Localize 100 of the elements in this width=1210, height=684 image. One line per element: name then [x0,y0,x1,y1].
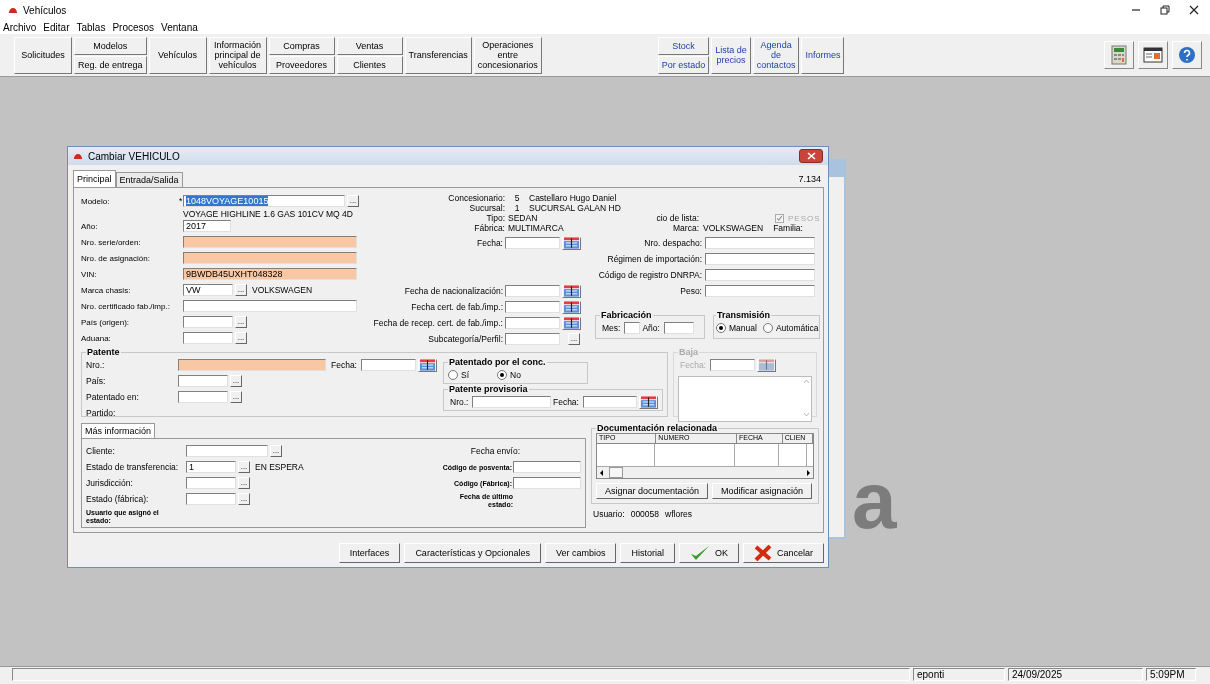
input-field[interactable] [705,285,815,297]
toolbar-button[interactable]: Lista de precios [711,36,751,74]
dialog-button[interactable]: Características y Opcionales [404,543,541,563]
menu-item[interactable]: Editar [43,21,70,33]
restore-icon[interactable] [1159,4,1171,16]
input-field[interactable] [178,359,326,371]
input-field[interactable]: VW [183,284,233,296]
radio-button[interactable] [497,370,508,380]
dialog-button[interactable]: Interfaces [338,543,401,563]
lookup-button[interactable]: ... [230,391,242,403]
input-field[interactable]: 2017 [183,220,231,232]
radio-label: Manual [729,323,757,333]
scrollbar-thumb[interactable] [609,467,623,478]
date-field[interactable] [505,301,560,313]
toolbar-button[interactable]: Clientes [336,55,403,74]
input-field[interactable] [663,322,694,334]
calendar-button[interactable] [639,395,658,409]
radio-button[interactable] [448,370,458,380]
input-field[interactable]: 1048VOYAGE10015 [183,195,345,207]
input-field[interactable] [178,375,228,387]
help-button[interactable] [1172,41,1202,69]
input-field[interactable] [183,316,233,328]
dialog-button[interactable]: Historial [620,543,675,563]
tab[interactable]: Principal [73,170,116,187]
dialog-button[interactable]: Ver cambios [544,543,617,563]
calculator-button[interactable] [1104,41,1134,69]
lookup-button[interactable]: ... [238,477,250,489]
input-field[interactable] [472,396,551,408]
calendar-button[interactable] [418,358,437,372]
lookup-button[interactable]: ... [238,493,250,505]
input-field[interactable] [505,333,560,345]
tab[interactable]: Más información [81,423,156,438]
toolbar-button[interactable]: Stock [657,36,710,55]
lookup-button[interactable]: ... [230,375,242,387]
close-icon[interactable] [1188,4,1200,16]
input-field[interactable] [178,391,228,403]
group-title: Fabricación [600,310,653,320]
toolbar-button[interactable]: Por estado [657,55,710,74]
radio-button[interactable] [762,323,773,333]
ok-button[interactable]: OK [678,543,739,563]
input-field[interactable] [624,322,641,334]
input-field[interactable]: 9BWDB45UXHT048328 [183,268,357,280]
lookup-button[interactable]: ... [347,195,359,207]
input-field[interactable] [705,269,815,281]
toolbar-button[interactable]: Agenda de contactos [752,36,800,74]
date-field[interactable] [505,317,560,329]
input-field[interactable] [183,332,233,344]
scrollbar[interactable] [597,466,813,478]
toolbar-button[interactable]: Modelos [74,36,147,55]
status-panel: eponti [913,668,1005,681]
checkbox-label: PESOS [788,213,821,223]
document-button[interactable]: Asignar documentación [596,483,709,499]
lookup-button[interactable]: ... [235,316,247,328]
lookup-button[interactable]: ... [568,333,580,345]
toolbar-button[interactable]: Solicitudes [14,36,72,74]
date-field[interactable] [361,359,416,371]
lookup-button[interactable]: ... [238,461,250,473]
input-field[interactable] [705,237,815,249]
menu-item[interactable]: Archivo [3,21,37,33]
tab[interactable]: Entrada/Salida [115,172,183,187]
input-field[interactable]: 1 [186,461,236,473]
input-field[interactable] [183,252,357,264]
input-field[interactable] [186,493,236,505]
calendar-button[interactable] [562,300,581,314]
radio-button[interactable] [716,323,726,333]
lookup-button[interactable]: ... [270,445,282,457]
toolbar-button[interactable]: Reg. de entrega [74,55,147,74]
calendar-button[interactable] [562,236,581,250]
field-label: Modelo: [81,196,111,206]
toolbar-button[interactable]: Proveedores [268,55,335,74]
toolbar-button[interactable]: Compras [268,36,335,55]
document-button[interactable]: Modificar asignación [712,483,813,499]
field-label: Nro.: [86,360,106,370]
lookup-button[interactable]: ... [235,284,247,296]
input-field[interactable] [513,477,581,489]
close-button[interactable] [799,149,823,163]
lookup-button[interactable]: ... [235,332,247,344]
calendar-button[interactable] [562,316,581,330]
input-field[interactable] [183,300,357,312]
toolbar-button[interactable]: Operaciones entre concesionarios [473,36,542,74]
toolbar-button[interactable]: Información principal de vehículos [208,36,267,74]
input-field[interactable] [186,477,236,489]
input-field[interactable] [183,236,357,248]
window-button[interactable] [1138,41,1168,69]
toolbar-button[interactable]: Transferencias [404,36,472,74]
toolbar-button[interactable]: Vehículos [148,36,207,74]
field-label: Fecha de nacionalización: [403,286,504,296]
date-field[interactable] [582,396,637,408]
toolbar-button[interactable]: Ventas [336,36,403,55]
cancel-button[interactable]: Cancelar [742,543,824,563]
date-field[interactable] [505,237,560,249]
date-field[interactable] [505,285,560,297]
toolbar-button[interactable]: Informes [801,36,845,74]
input-field[interactable] [513,461,581,473]
menu-item[interactable]: Ventana [161,21,198,33]
menu-item[interactable]: Tablas [76,21,106,33]
input-field[interactable] [186,445,268,457]
calendar-button[interactable] [562,284,581,298]
menu-item[interactable]: Procesos [112,21,155,33]
input-field[interactable] [705,253,815,265]
